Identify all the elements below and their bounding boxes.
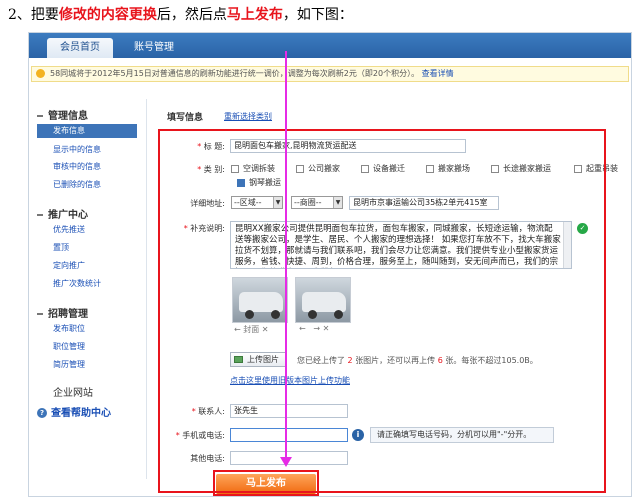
collapse-icon	[37, 115, 43, 117]
instruction-highlight-publish: 马上发布	[226, 7, 283, 23]
annotation-arrow-head	[280, 457, 292, 467]
sidebar-item-deleted[interactable]: 已删除的信息	[53, 179, 101, 190]
annotation-highlight-button	[213, 470, 319, 496]
instruction-middle: 后，然后点	[156, 7, 227, 23]
notice-text: 58同城将于2012年5月15日对普通信息的刷新功能进行统一调价，调整为每次刷新…	[50, 69, 420, 78]
sidebar-item-resume-management[interactable]: 简历管理	[53, 359, 85, 370]
instruction-suffix: ，如下图：	[282, 7, 353, 23]
sidebar-item-targeted[interactable]: 定向推广	[53, 260, 85, 271]
collapse-icon	[37, 313, 43, 315]
instruction-prefix: 2、把要	[8, 7, 59, 23]
sidebar-item-publish[interactable]: 发布信息	[37, 124, 137, 138]
sidebar-group-recruiting[interactable]: 招聘管理	[37, 305, 88, 320]
site-screenshot: 会员首页 账号管理 58同城将于2012年5月15日对普通信息的刷新功能进行统一…	[28, 32, 632, 497]
notice-bar: 58同城将于2012年5月15日对普通信息的刷新功能进行统一调价，调整为每次刷新…	[31, 66, 629, 82]
sidebar-item-job-management[interactable]: 职位管理	[53, 341, 85, 352]
sidebar-enterprise-site[interactable]: 企业网站	[53, 384, 93, 399]
sidebar-item-priority-push[interactable]: 优先推送	[53, 224, 85, 235]
tab-member-home[interactable]: 会员首页	[47, 38, 113, 58]
sidebar-item-reviewing[interactable]: 审核中的信息	[53, 161, 101, 172]
collapse-icon	[37, 214, 43, 216]
sidebar-help-center[interactable]: ? 查看帮助中心	[37, 404, 111, 419]
annotation-highlight-form	[158, 129, 606, 493]
lightbulb-icon	[36, 69, 45, 78]
notice-details-link[interactable]: 查看详情	[422, 69, 454, 78]
form-heading: 填写信息	[167, 113, 204, 123]
tab-account-management[interactable]: 账号管理	[121, 38, 187, 58]
annotation-arrow-line	[285, 51, 287, 459]
instruction-text: 2、把要修改的内容更换后，然后点马上发布，如下图：	[8, 4, 353, 24]
reselect-category-link[interactable]: 重新选择类别	[224, 111, 272, 122]
top-navigation: 会员首页 账号管理	[29, 33, 631, 58]
help-icon: ?	[37, 408, 47, 418]
sidebar-item-pin-top[interactable]: 置顶	[53, 242, 69, 253]
sidebar-item-showing[interactable]: 显示中的信息	[53, 144, 101, 155]
sidebar-item-post-job[interactable]: 发布职位	[53, 323, 85, 334]
sidebar-item-promo-stats[interactable]: 推广次数统计	[53, 278, 101, 289]
sidebar-divider	[146, 99, 147, 479]
instruction-highlight-edit: 修改的内容更换	[58, 7, 157, 23]
sidebar-group-promotion[interactable]: 推广中心	[37, 206, 88, 221]
sidebar-group-manage[interactable]: 管理信息	[37, 107, 88, 122]
